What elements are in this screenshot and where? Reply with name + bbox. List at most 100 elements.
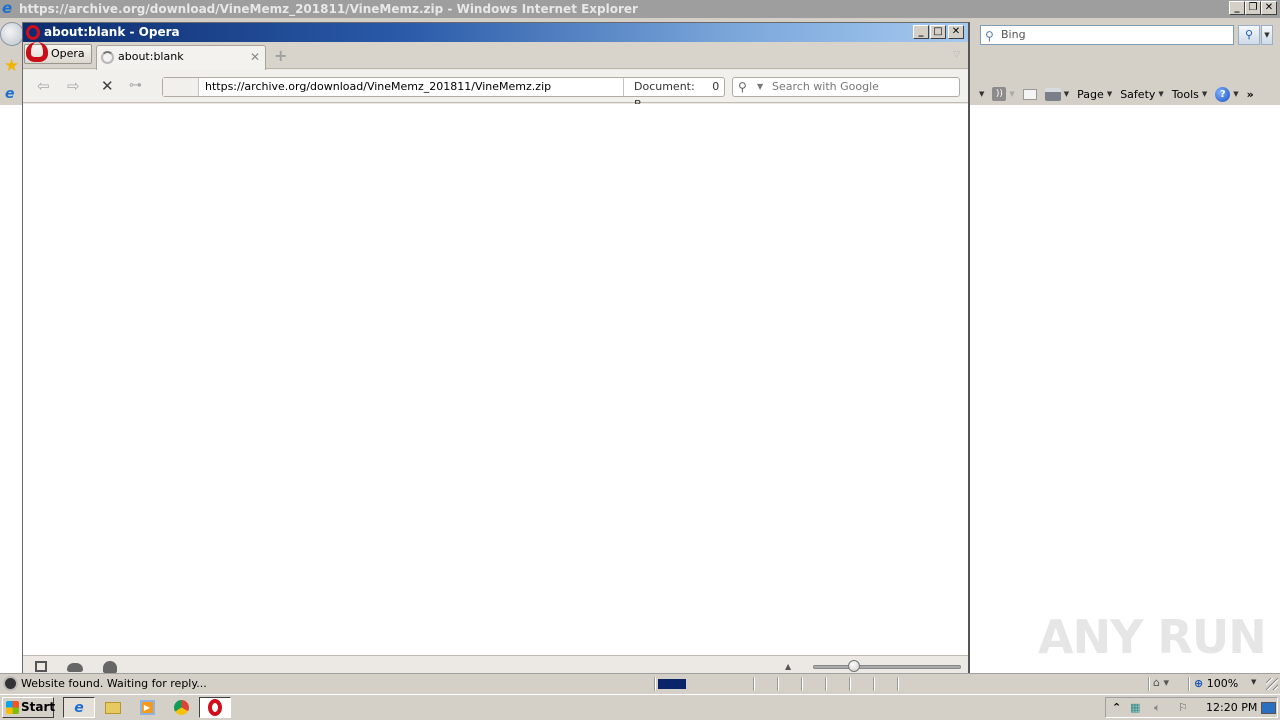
- status-divider: [873, 677, 874, 691]
- opera-menu-logo-icon: [26, 42, 48, 62]
- back-arrow-icon[interactable]: ⇦: [37, 77, 50, 95]
- home-dropdown-button[interactable]: ▼: [972, 84, 988, 104]
- opera-menu-label: Opera: [51, 47, 85, 60]
- read-mail-button[interactable]: [1019, 84, 1041, 104]
- taskbar-file-explorer[interactable]: [97, 697, 129, 718]
- site-info-badge[interactable]: [163, 78, 199, 96]
- ie-close-button[interactable]: ✕: [1261, 1, 1277, 15]
- taskbar-media-player[interactable]: ▶: [131, 697, 163, 718]
- show-desktop-icon[interactable]: [1261, 702, 1276, 714]
- feeds-button[interactable]: )) ▼: [988, 84, 1018, 104]
- clock[interactable]: 12:20 PM: [1206, 701, 1257, 714]
- search-icon: ⚲: [985, 29, 994, 43]
- show-hidden-icons-button[interactable]: ⌃: [1112, 701, 1121, 714]
- mail-icon: [1022, 88, 1037, 100]
- zoom-level: 100%: [1206, 677, 1239, 690]
- opera-menu-button[interactable]: Opera: [24, 42, 92, 64]
- tools-menu-label: Tools: [1171, 87, 1199, 101]
- wand-key-icon[interactable]: ⊶: [129, 77, 142, 95]
- ie-tab-icon[interactable]: e: [5, 86, 15, 102]
- print-button[interactable]: ▼: [1041, 84, 1073, 104]
- opera-icon: [208, 699, 222, 716]
- chrome-icon: [173, 700, 189, 715]
- zoom-dropdown-icon[interactable]: ▼: [1251, 678, 1256, 686]
- taskbar-opera[interactable]: [199, 697, 231, 718]
- opera-window-title: about:blank - Opera: [44, 25, 180, 39]
- opera-tab-bar: Opera about:blank ✕ + ▽: [23, 42, 968, 70]
- ie-window-title: https://archive.org/download/VineMemz_20…: [19, 2, 638, 16]
- action-center-flag-icon[interactable]: ⚐: [1178, 701, 1188, 714]
- status-divider: [654, 677, 655, 691]
- ie-title-bar: e https://archive.org/download/VineMemz_…: [0, 0, 1280, 18]
- tab-label: about:blank: [118, 50, 184, 63]
- zoom-slider-thumb[interactable]: [848, 660, 861, 672]
- address-url[interactable]: https://archive.org/download/VineMemz_20…: [205, 80, 551, 93]
- protected-mode-zone-button[interactable]: ⌂ ▾: [1153, 676, 1189, 692]
- zoom-popup-arrow-icon[interactable]: ▲: [785, 662, 791, 671]
- safety-menu-label: Safety: [1120, 87, 1156, 101]
- resize-grip-icon[interactable]: [1266, 678, 1278, 690]
- status-divider: [1188, 677, 1189, 691]
- system-tray: ⌃ ▦ 🔈︎ ⚐ 12:20 PM: [1105, 697, 1278, 718]
- command-overflow-button[interactable]: »: [1243, 84, 1258, 104]
- help-icon: ?: [1215, 86, 1231, 102]
- ie-minimize-button[interactable]: _: [1229, 1, 1245, 15]
- panel-toggle-icon[interactable]: [35, 661, 47, 672]
- opera-close-button[interactable]: ✕: [948, 25, 964, 39]
- loading-spinner-icon: [101, 51, 114, 64]
- ie-page-content: [970, 105, 1280, 673]
- tab-about-blank[interactable]: about:blank ✕: [96, 45, 266, 70]
- status-divider: [849, 677, 850, 691]
- tab-menu-chevron-icon[interactable]: ▽: [953, 50, 960, 60]
- start-button[interactable]: Start: [2, 697, 56, 718]
- ie-back-button[interactable]: [0, 22, 24, 46]
- page-menu-label: Page: [1077, 87, 1104, 101]
- search-placeholder: Search with Google: [772, 80, 879, 93]
- safety-menu-button[interactable]: Safety ▼: [1116, 84, 1168, 104]
- opera-maximize-button[interactable]: □: [930, 25, 946, 39]
- tools-menu-button[interactable]: Tools ▼: [1168, 84, 1212, 104]
- printer-icon: [1044, 87, 1061, 101]
- ie-progress-bar: [658, 679, 686, 689]
- zoom-slider-track[interactable]: [813, 665, 961, 669]
- opera-turbo-icon[interactable]: [103, 661, 117, 673]
- opera-unite-cloud-icon[interactable]: [67, 663, 83, 672]
- document-label: Document:: [634, 80, 695, 93]
- status-divider: [825, 677, 826, 691]
- taskbar-internet-explorer[interactable]: e: [63, 697, 95, 718]
- media-player-icon: ▶: [139, 700, 155, 715]
- loading-clock-icon: [3, 676, 18, 691]
- favorites-star-icon[interactable]: ★: [4, 58, 19, 75]
- forward-arrow-icon[interactable]: ⇨: [67, 77, 80, 95]
- stop-loading-icon[interactable]: ✕: [101, 77, 114, 95]
- ie-zoom-button[interactable]: ⊕ 100%: [1194, 677, 1238, 690]
- opera-logo-icon: [26, 25, 40, 40]
- tab-close-icon[interactable]: ✕: [250, 46, 260, 68]
- volume-icon[interactable]: 🔈︎: [1154, 701, 1161, 715]
- opera-title-bar: about:blank - Opera _ □ ✕: [23, 23, 968, 42]
- status-divider: [777, 677, 778, 691]
- opera-search-input[interactable]: ⚲ ▼ Search with Google: [732, 77, 960, 97]
- anyrun-watermark: ANY RUN: [1038, 610, 1267, 664]
- taskbar-chrome[interactable]: [165, 697, 197, 718]
- ie-content-left: [0, 105, 24, 673]
- address-bar[interactable]: https://archive.org/download/VineMemz_20…: [162, 77, 725, 111]
- rss-icon: )): [992, 87, 1007, 101]
- ie-status-bar: Website found. Waiting for reply... ⌂ ▾ …: [0, 673, 1280, 693]
- ie-search-input[interactable]: ⚲ Bing: [980, 25, 1234, 45]
- opera-navigation-bar: ⇦ ⇨ ✕ ⊶ https://archive.org/download/Vin…: [23, 70, 968, 111]
- page-menu-button[interactable]: Page ▼: [1073, 84, 1116, 104]
- network-icon[interactable]: ▦: [1130, 701, 1140, 714]
- folder-icon: [105, 701, 121, 714]
- start-label: Start: [21, 700, 56, 714]
- ie-search-placeholder: Bing: [1001, 28, 1026, 41]
- status-divider: [897, 677, 898, 691]
- ie-restore-button[interactable]: ❐: [1245, 1, 1261, 15]
- search-engine-dropdown-icon[interactable]: ▼: [757, 78, 763, 96]
- opera-minimize-button[interactable]: _: [913, 25, 929, 39]
- ie-search-button[interactable]: ⚲: [1238, 25, 1260, 45]
- help-menu-button[interactable]: ? ▼: [1211, 84, 1242, 104]
- new-tab-plus-icon[interactable]: +: [274, 48, 287, 64]
- windows-logo-icon: [6, 701, 19, 714]
- ie-search-dropdown[interactable]: ▼: [1261, 25, 1273, 45]
